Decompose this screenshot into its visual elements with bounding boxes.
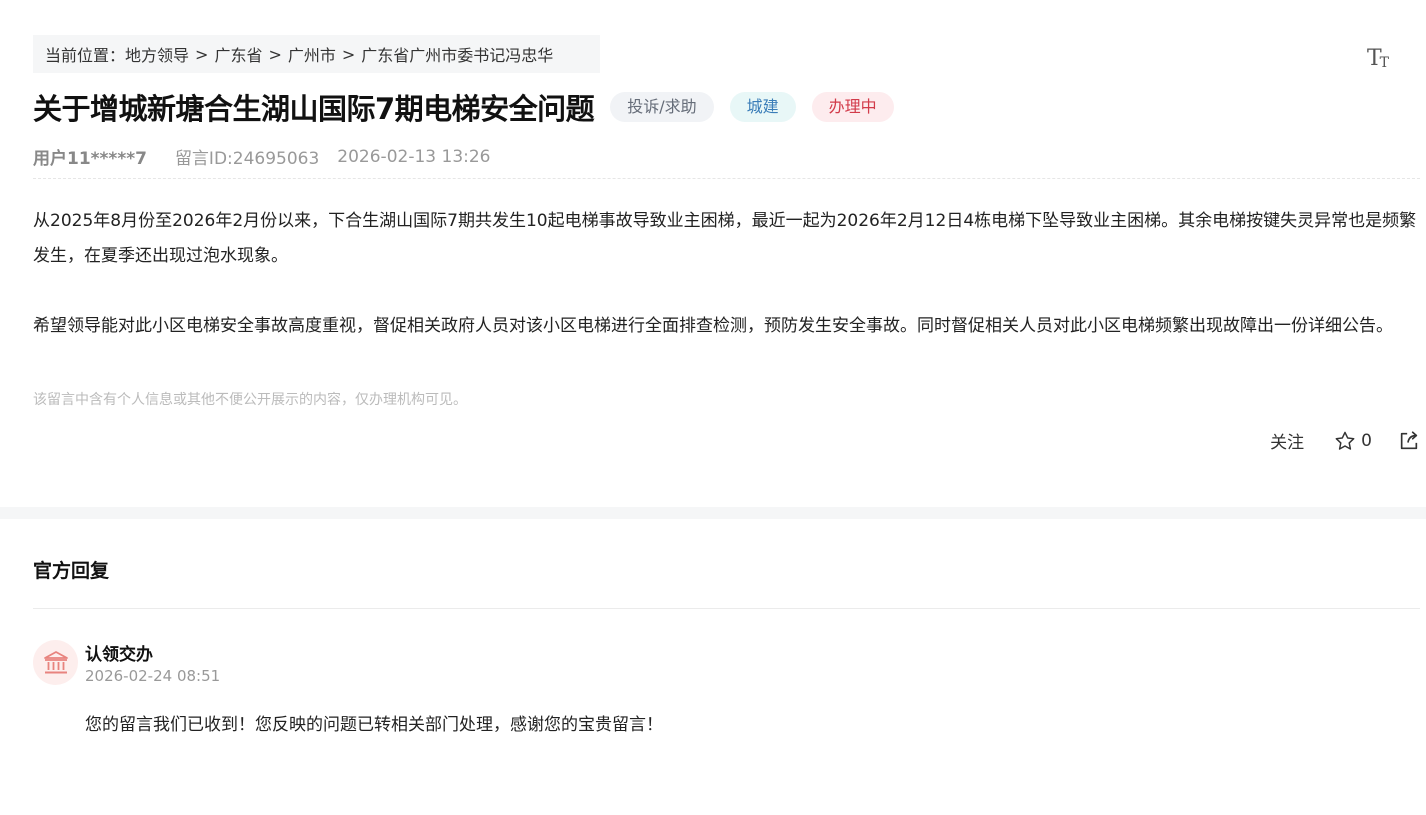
breadcrumb: 当前位置： 地方领导 > 广东省 > 广州市 > 广东省广州市委书记冯忠华 — [33, 35, 600, 73]
official-reply-heading: 官方回复 — [33, 560, 110, 582]
post-meta: 用户11*****7 留言ID:24695063 2026-02-13 13:2… — [33, 144, 491, 170]
category-tag: 投诉/求助 — [610, 92, 714, 122]
domain-tag: 城建 — [729, 92, 796, 122]
page: 当前位置： 地方领导 > 广东省 > 广州市 > 广东省广州市委书记冯忠华 TT… — [0, 0, 1426, 815]
privacy-notice: 该留言中含有个人信息或其他不便公开展示的内容，仅办理机构可见。 — [33, 392, 467, 408]
post-content: 从2025年8月份至2026年2月份以来，下合生湖山国际7期共发生10起电梯事故… — [33, 204, 1423, 344]
avatar — [33, 640, 78, 685]
government-building-icon — [43, 650, 68, 673]
breadcrumb-separator: > — [341, 44, 356, 64]
share-button[interactable] — [1398, 430, 1420, 452]
title-row: 关于增城新塘合生湖山国际7期电梯安全问题 投诉/求助 城建 办理中 — [33, 86, 894, 128]
post-datetime: 2026-02-13 13:26 — [337, 146, 491, 167]
divider — [33, 608, 1420, 609]
message-id: 留言ID:24695063 — [174, 149, 320, 169]
font-size-icon[interactable]: TT — [1364, 42, 1392, 71]
like-count: 0 — [1361, 430, 1372, 451]
star-icon — [1335, 431, 1355, 450]
content-paragraph: 从2025年8月份至2026年2月份以来，下合生湖山国际7期共发生10起电梯事故… — [33, 211, 1417, 266]
follow-button[interactable]: 关注 — [1270, 428, 1304, 453]
breadcrumb-separator: > — [195, 44, 209, 64]
post-actions: 关注 0 — [1270, 428, 1420, 453]
divider — [33, 178, 1420, 179]
breadcrumb-item-guangdong[interactable]: 广东省 — [214, 42, 262, 66]
author-name: 用户11*****7 — [33, 149, 147, 169]
reply-time: 2026-02-24 08:51 — [85, 667, 221, 685]
reply-org-name: 认领交办 — [85, 645, 153, 665]
breadcrumb-separator: > — [268, 44, 282, 64]
page-title: 关于增城新塘合生湖山国际7期电梯安全问题 — [33, 92, 595, 126]
reply-text: 您的留言我们已收到！您反映的问题已转相关部门处理，感谢您的宝贵留言！ — [85, 715, 663, 735]
like-button[interactable]: 0 — [1334, 430, 1372, 452]
breadcrumb-item-guangzhou[interactable]: 广州市 — [288, 42, 336, 66]
breadcrumb-prefix: 当前位置： — [45, 46, 126, 65]
share-icon — [1400, 430, 1418, 449]
breadcrumb-item-current: 广东省广州市委书记冯忠华 — [361, 46, 554, 65]
section-separator — [0, 507, 1426, 519]
breadcrumb-item-local-leaders[interactable]: 地方领导 — [125, 42, 189, 66]
status-badge: 办理中 — [811, 92, 894, 122]
content-paragraph: 希望领导能对此小区电梯安全事故高度重视，督促相关政府人员对该小区电梯进行全面排查… — [33, 316, 1393, 336]
